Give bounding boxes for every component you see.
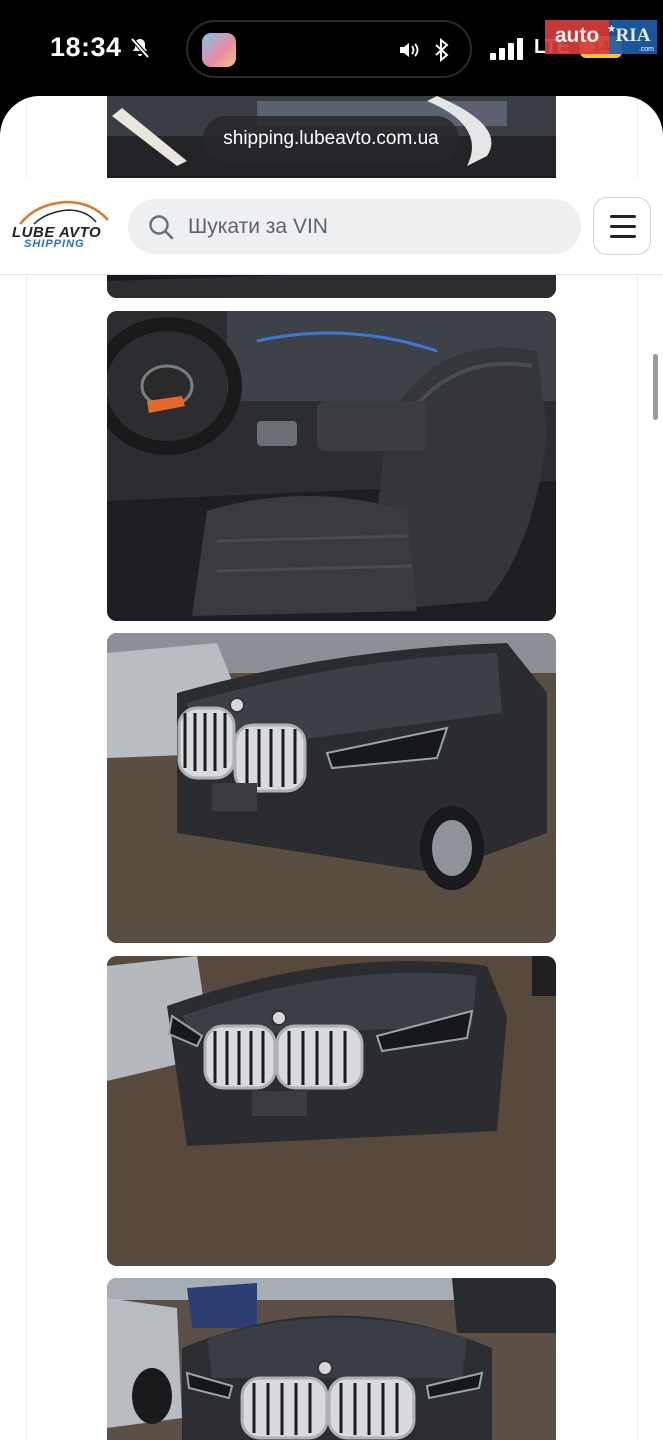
photo-interior-seats xyxy=(107,311,556,621)
lube-avto-logo[interactable]: LUBE AVTO SHIPPING xyxy=(10,198,118,256)
site-header: LUBE AVTO SHIPPING xyxy=(0,178,663,275)
photo-bmw-front xyxy=(107,956,556,1266)
browser-window: shipping.lubeavto.com.ua LUBE AVTO SHIPP… xyxy=(0,96,663,1440)
hamburger-line xyxy=(610,235,636,238)
vin-search[interactable] xyxy=(128,199,581,254)
watermark-auto: auto xyxy=(545,20,609,54)
vin-search-input[interactable] xyxy=(188,199,568,254)
gallery-photo[interactable] xyxy=(107,956,556,1266)
watermark-domain: .com xyxy=(638,46,654,53)
gallery-photo[interactable] xyxy=(107,1278,556,1440)
bluetooth-icon xyxy=(435,38,449,62)
hamburger-menu-button[interactable] xyxy=(593,197,651,255)
star-icon: ★ xyxy=(607,24,616,35)
browser-url-bar[interactable]: shipping.lubeavto.com.ua xyxy=(203,116,459,162)
photo-bmw-front-three-quarter xyxy=(107,633,556,943)
photo-bmw-front-lot xyxy=(107,1278,556,1440)
gallery-photo[interactable] xyxy=(107,633,556,943)
logo-text-bottom: SHIPPING xyxy=(24,238,85,250)
signal-icon xyxy=(490,38,524,60)
autoria-watermark: auto RIA ★ .com xyxy=(545,20,657,54)
hamburger-line xyxy=(610,225,636,228)
gallery-photo[interactable] xyxy=(107,311,556,621)
hamburger-menu-icon xyxy=(610,215,636,218)
app-thumbnail-icon xyxy=(202,33,236,67)
bell-slash-icon xyxy=(130,37,150,59)
speaker-icon xyxy=(400,43,419,57)
status-time: 18:34 xyxy=(50,32,122,62)
search-icon xyxy=(149,215,174,240)
dynamic-island[interactable] xyxy=(186,20,472,78)
scrollbar[interactable] xyxy=(653,354,658,420)
